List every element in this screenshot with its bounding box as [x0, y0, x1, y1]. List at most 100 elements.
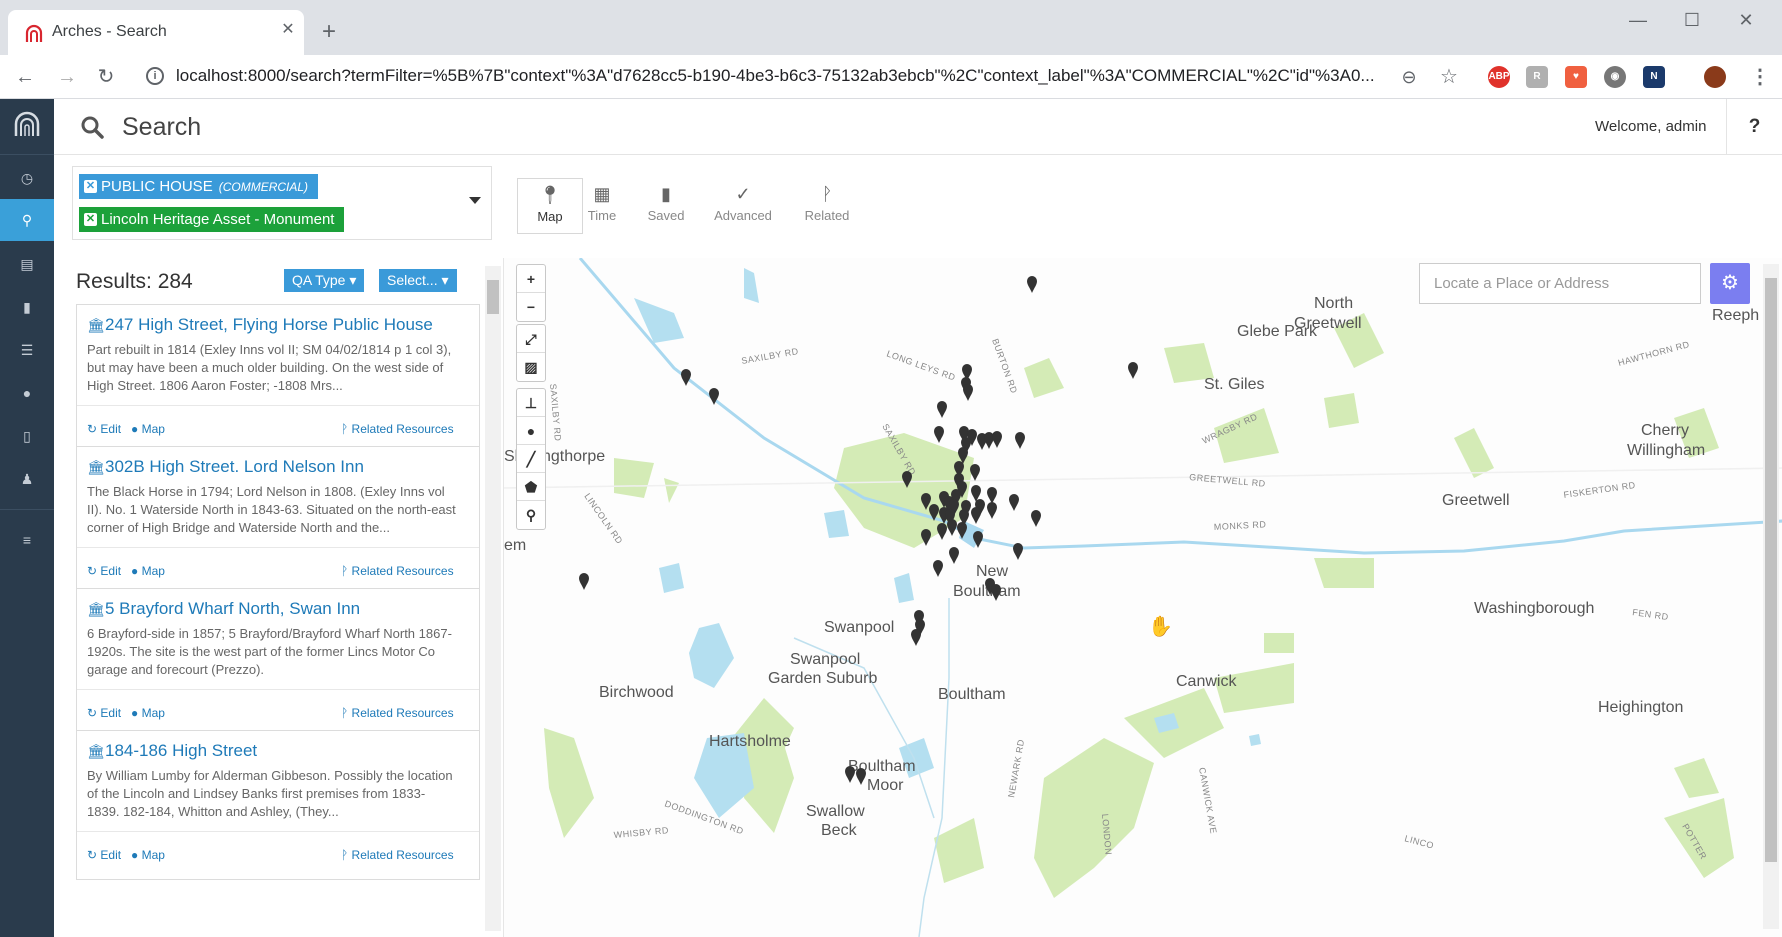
arches-logo[interactable]	[0, 99, 54, 155]
map-settings-button[interactable]: ⚙	[1710, 263, 1750, 304]
map-marker-icon[interactable]	[947, 519, 957, 536]
map-search-icon[interactable]: ⚲	[517, 501, 545, 529]
help-button[interactable]: ?	[1726, 99, 1782, 155]
search-map[interactable]: North Greetwell Reeph Glebe Park St. Gil…	[503, 258, 1782, 937]
forward-icon[interactable]: →	[55, 65, 79, 89]
locate-place-input[interactable]	[1419, 263, 1701, 304]
remove-tag-icon[interactable]: ✕	[84, 213, 97, 226]
extension-icon[interactable]: ◉	[1604, 66, 1626, 88]
related-resources-link[interactable]: ᚹ Related Resources	[341, 564, 454, 578]
map-marker-icon[interactable]	[856, 768, 866, 785]
map-marker-icon[interactable]	[992, 431, 1002, 448]
bookmark-star-icon[interactable]: ☆	[1437, 65, 1461, 89]
filter-tag-public-house[interactable]: ✕ PUBLIC HOUSE (COMMERCIAL)	[79, 174, 319, 199]
related-resources-link[interactable]: ᚹ Related Resources	[341, 848, 454, 862]
polygon-icon[interactable]: ⬟	[517, 473, 545, 501]
remove-tag-icon[interactable]: ✕	[84, 180, 97, 193]
sidebar-item-saved[interactable]: ▮	[0, 286, 54, 328]
basemap-icon[interactable]: ▨	[517, 353, 545, 381]
zoom-out-button[interactable]: −	[517, 293, 545, 321]
result-title-link[interactable]: 🏛︎184-186 High Street	[87, 741, 257, 761]
map-scrollbar-thumb[interactable]	[1765, 278, 1777, 862]
sidebar-item-dashboard[interactable]: ◷	[0, 157, 54, 199]
fullscreen-icon[interactable]: ⤢	[517, 325, 545, 353]
results-scrollbar-thumb[interactable]	[487, 280, 499, 314]
map-markers[interactable]	[579, 276, 1138, 785]
map-marker-icon[interactable]	[971, 507, 981, 524]
sidebar-item-profile[interactable]: ♟	[0, 458, 54, 500]
adblock-extension-icon[interactable]: ABP	[1488, 66, 1510, 88]
edit-link[interactable]: ↻ Edit	[87, 564, 121, 578]
term-filter-box[interactable]: ✕ PUBLIC HOUSE (COMMERCIAL) ✕ Lincoln Her…	[72, 166, 492, 240]
map-marker-icon[interactable]	[1015, 432, 1025, 449]
map-link[interactable]: ● Map	[131, 706, 165, 720]
map-link[interactable]: ● Map	[131, 848, 165, 862]
edit-link[interactable]: ↻ Edit	[87, 706, 121, 720]
extension-icon[interactable]: ♥	[1565, 66, 1587, 88]
extension-icon[interactable]: R	[1526, 66, 1548, 88]
result-title-link[interactable]: 🏛︎5 Brayford Wharf North, Swan Inn	[87, 599, 360, 619]
sidebar-item-menu[interactable]: ≡	[0, 519, 54, 561]
result-title-link[interactable]: 🏛︎302B High Street. Lord Nelson Inn	[87, 457, 364, 477]
reload-icon[interactable]: ↻	[94, 65, 118, 89]
related-resources-link[interactable]: ᚹ Related Resources	[341, 706, 454, 720]
map-marker-icon[interactable]	[970, 464, 980, 481]
zoom-in-button[interactable]: +	[517, 265, 545, 293]
maximize-icon[interactable]: ☐	[1672, 8, 1712, 32]
map-marker-icon[interactable]	[987, 502, 997, 519]
profile-avatar[interactable]	[1704, 66, 1726, 88]
browser-menu-icon[interactable]: ⋮	[1748, 65, 1772, 89]
map-link[interactable]: ● Map	[131, 564, 165, 578]
minimize-icon[interactable]: —	[1618, 8, 1658, 32]
map-marker-icon[interactable]	[579, 573, 589, 590]
map-marker-icon[interactable]	[681, 369, 691, 386]
sidebar-item-map[interactable]: ●	[0, 372, 54, 414]
tab-related[interactable]: ᚹ Related	[794, 178, 860, 234]
extension-icon[interactable]: N	[1643, 66, 1665, 88]
map-marker-icon[interactable]	[1031, 510, 1041, 527]
site-info-icon[interactable]: i	[146, 67, 164, 85]
map-marker-icon[interactable]	[987, 487, 997, 504]
map-marker-icon[interactable]	[1009, 494, 1019, 511]
map-marker-icon[interactable]	[949, 547, 959, 564]
edit-link[interactable]: ↻ Edit	[87, 422, 121, 436]
sidebar-item-reports[interactable]: ▯	[0, 415, 54, 457]
new-tab-icon[interactable]: +	[322, 20, 336, 44]
map-marker-icon[interactable]	[937, 401, 947, 418]
tab-advanced[interactable]: ✓ Advanced	[710, 178, 776, 234]
map-marker-icon[interactable]	[963, 384, 973, 401]
map-marker-icon[interactable]	[921, 529, 931, 546]
map-marker-icon[interactable]	[934, 426, 944, 443]
map-link[interactable]: ● Map	[131, 422, 165, 436]
tab-saved[interactable]: ▮ Saved	[633, 178, 699, 234]
line-icon[interactable]: ╱	[517, 445, 545, 473]
sidebar-item-graphs[interactable]: ☰	[0, 329, 54, 371]
address-bar-url[interactable]: localhost:8000/search?termFilter=%5B%7B"…	[176, 66, 1386, 86]
browser-tab[interactable]: Arches - Search ✕	[8, 10, 304, 55]
filter-tag-lincoln-heritage[interactable]: ✕ Lincoln Heritage Asset - Monument	[79, 207, 345, 232]
results-scrollbar[interactable]	[485, 266, 501, 931]
filter-dropdown-icon[interactable]	[469, 197, 481, 204]
edit-link[interactable]: ↻ Edit	[87, 848, 121, 862]
sidebar-item-resources[interactable]: ▤	[0, 243, 54, 285]
related-resources-link[interactable]: ᚹ Related Resources	[341, 422, 454, 436]
tab-close-icon[interactable]: ✕	[278, 20, 298, 40]
tab-time[interactable]: ▦ Time	[569, 178, 635, 234]
point-icon[interactable]: ●	[517, 417, 545, 445]
map-canvas[interactable]: North Greetwell Reeph Glebe Park St. Gil…	[504, 258, 1782, 937]
map-marker-icon[interactable]	[911, 629, 921, 646]
map-marker-icon[interactable]	[1013, 543, 1023, 560]
window-close-icon[interactable]: ✕	[1726, 8, 1766, 32]
map-marker-icon[interactable]	[937, 523, 947, 540]
map-marker-icon[interactable]	[1128, 362, 1138, 379]
map-marker-icon[interactable]	[1027, 276, 1037, 293]
map-marker-icon[interactable]	[845, 766, 855, 783]
zoom-icon[interactable]: ⊖	[1397, 65, 1421, 89]
pin-icon[interactable]: ⊥	[517, 389, 545, 417]
result-title-link[interactable]: 🏛︎247 High Street, Flying Horse Public H…	[87, 315, 433, 335]
welcome-user[interactable]: Welcome, admin	[1595, 118, 1706, 135]
sidebar-item-search[interactable]: ⚲	[0, 199, 54, 241]
back-icon[interactable]: ←	[13, 65, 37, 89]
map-marker-icon[interactable]	[933, 560, 943, 577]
qa-type-dropdown[interactable]: QA Type ▾	[284, 269, 365, 292]
